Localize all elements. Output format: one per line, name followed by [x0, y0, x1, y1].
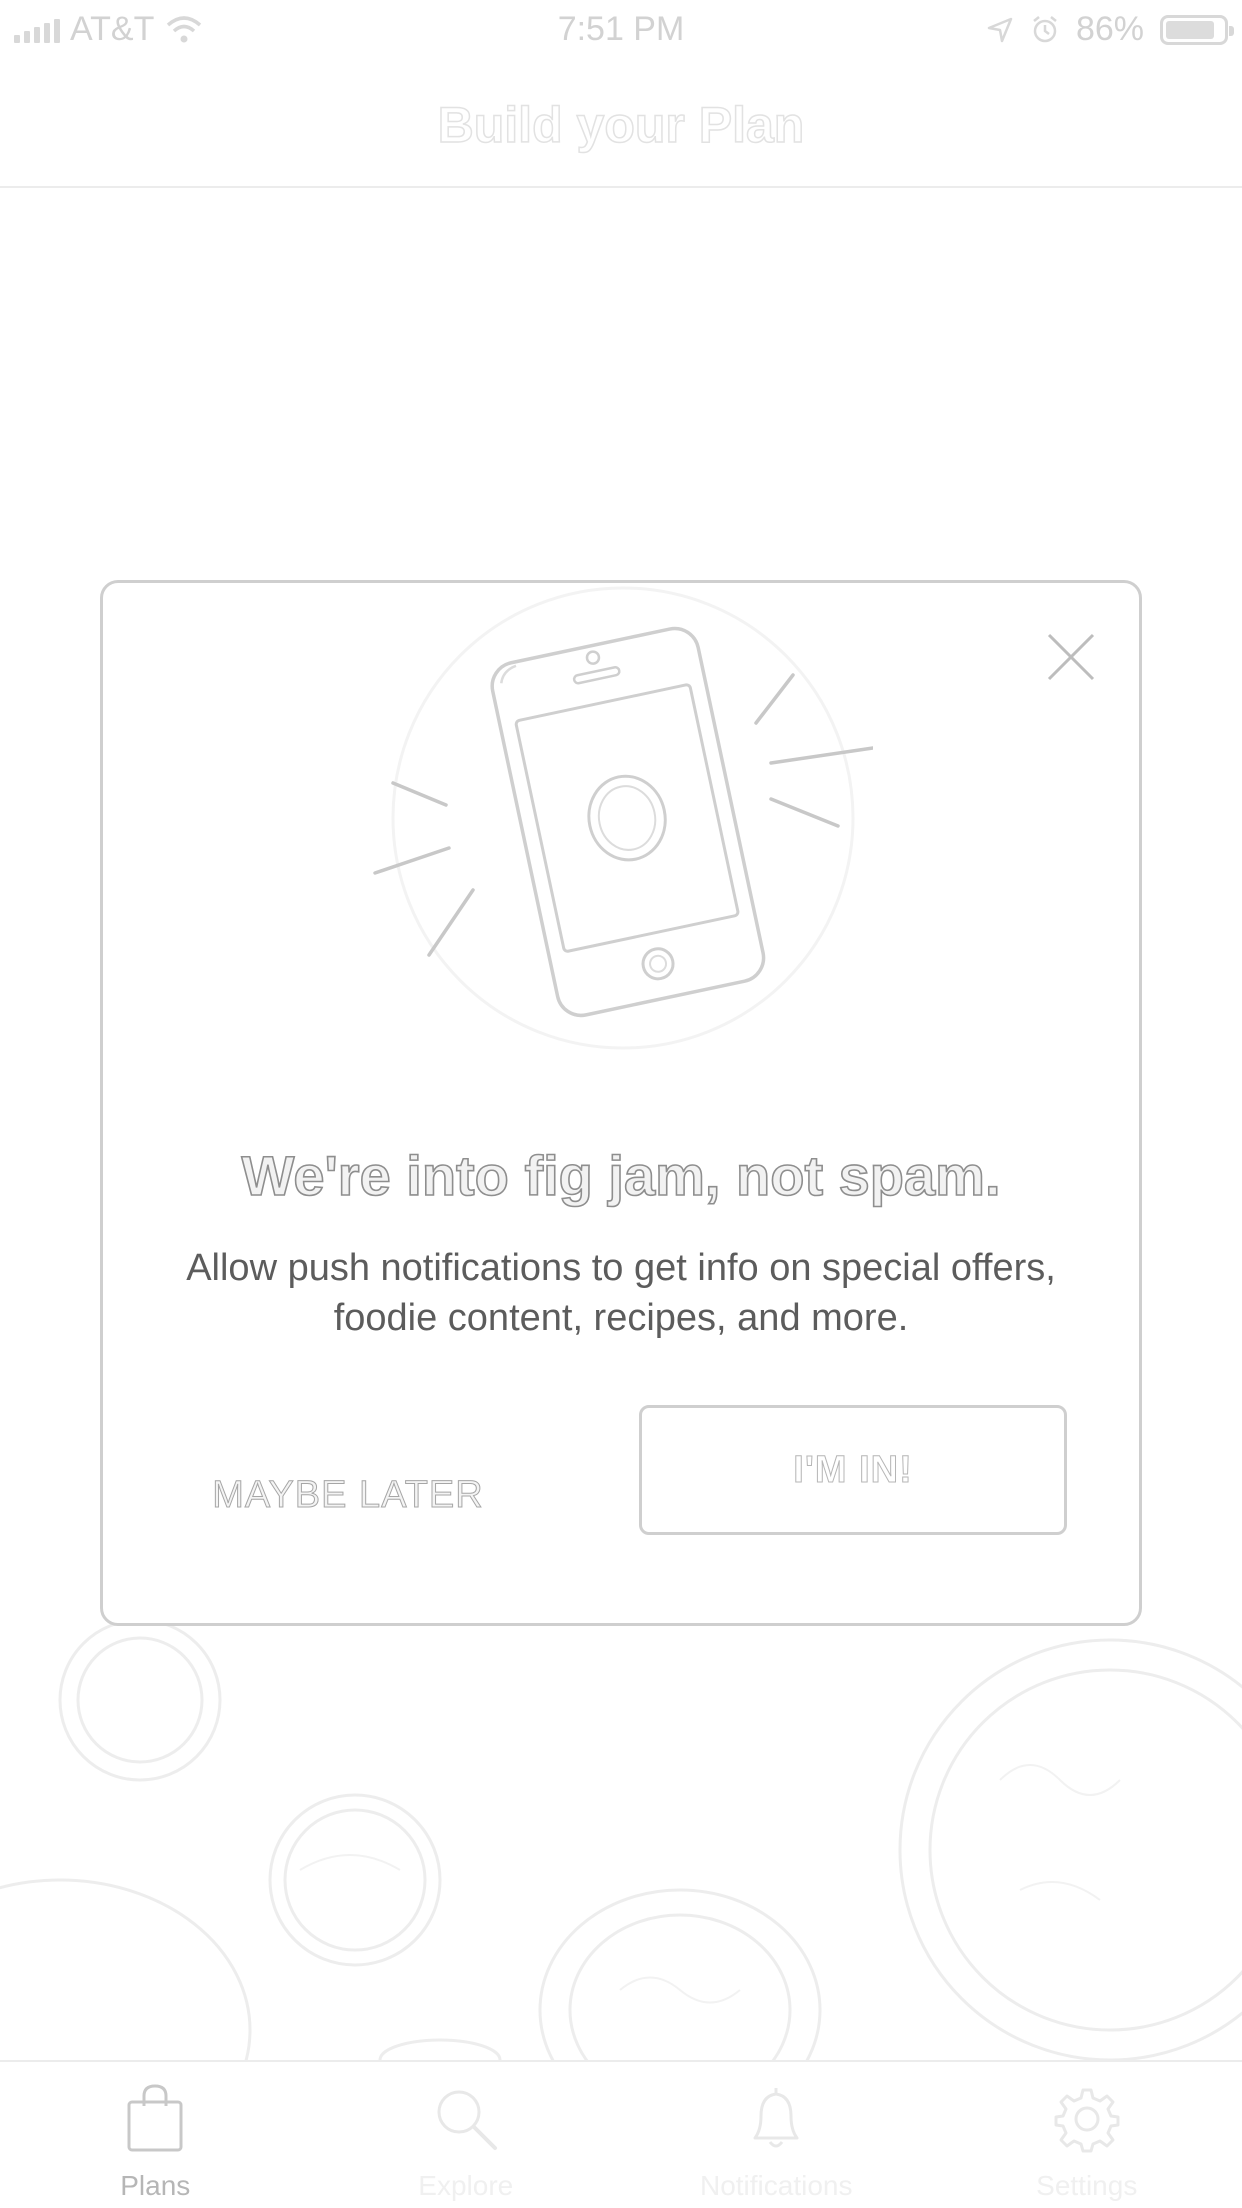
nav-bar: Build your Plan	[0, 62, 1242, 188]
im-in-button[interactable]: I'M IN!	[639, 1405, 1067, 1535]
gear-icon	[1054, 2088, 1120, 2153]
shopping-bag-icon	[127, 2084, 183, 2152]
tab-label: Notifications	[699, 2170, 853, 2201]
close-button[interactable]	[1045, 631, 1097, 683]
tab-label: Settings	[1036, 2170, 1138, 2201]
phone-notification-illustration	[373, 586, 873, 1050]
close-icon	[1047, 633, 1095, 681]
modal-title: We're into fig jam, not spam.	[241, 1143, 1002, 1208]
tab-label: Plans	[120, 2170, 191, 2201]
page-title: Build your Plan	[437, 96, 805, 154]
battery-fill	[1166, 20, 1214, 39]
notification-permission-modal: We're into fig jam, not spam. Allow push…	[100, 580, 1142, 1626]
alarm-icon	[1033, 15, 1057, 42]
status-bar-right: 86%	[986, 10, 1234, 49]
tab-bar: Plans Explore Notifications Settings	[0, 2060, 1242, 2208]
tab-settings[interactable]: Settings	[932, 2062, 1242, 2208]
search-icon	[437, 2090, 497, 2150]
bell-icon	[753, 2088, 799, 2148]
food-background-image	[0, 1618, 1242, 2060]
maybe-later-button[interactable]: MAYBE LATER	[183, 1445, 513, 1545]
tab-plans[interactable]: Plans	[0, 2062, 311, 2208]
modal-body-text: Allow push notifications to get info on …	[186, 1247, 1056, 1339]
tab-explore[interactable]: Explore	[311, 2062, 622, 2208]
status-bar: AT&T 7:51 PM 86%	[0, 0, 1242, 62]
tab-notifications[interactable]: Notifications	[621, 2062, 932, 2208]
tab-label: Explore	[418, 2170, 514, 2201]
battery-percent: 86%	[1075, 10, 1144, 48]
location-icon	[987, 17, 1013, 42]
battery-icon	[1160, 14, 1234, 45]
